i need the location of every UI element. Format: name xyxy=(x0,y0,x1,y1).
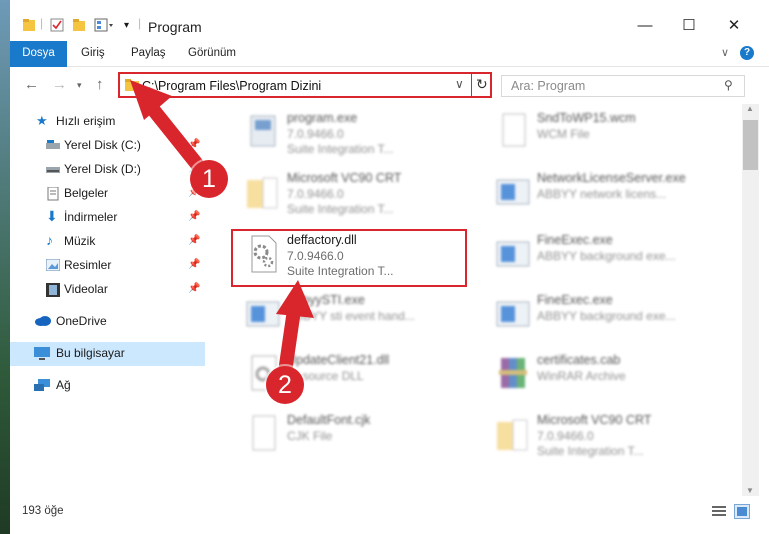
annotation-badge-1: 1 xyxy=(190,160,228,198)
annotation-badge-2: 2 xyxy=(266,366,304,404)
arrow-2-head xyxy=(276,280,314,318)
arrow-2-shaft xyxy=(278,303,301,379)
explorer-window: | ▾ | Program — ☐ ✕ Dosya Giriş Paylaş G… xyxy=(10,0,769,534)
desktop-background xyxy=(0,0,10,534)
annotation-arrows xyxy=(130,80,314,379)
